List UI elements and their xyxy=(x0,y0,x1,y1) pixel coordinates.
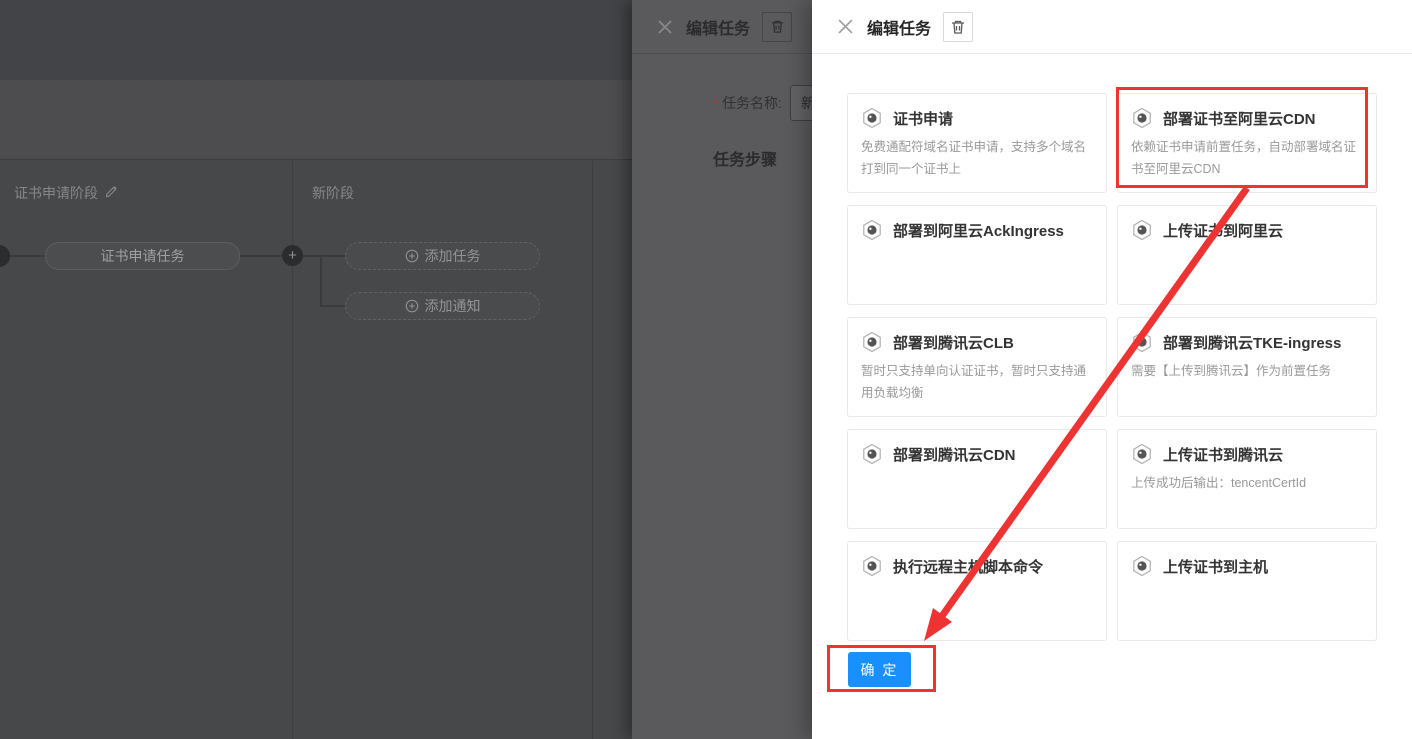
stage-title-text: 新阶段 xyxy=(312,183,354,203)
connector-line xyxy=(10,255,46,257)
task-steps-heading: 任务步骤 xyxy=(713,146,777,170)
required-asterisk: * xyxy=(713,96,718,111)
edit-task-drawer: 编辑任务 * 任务名称: 任务步骤 xyxy=(632,0,812,739)
task-name-label: 任务名称: xyxy=(722,93,782,113)
task-card-deploy-tencent-tke-ingress[interactable]: 部署到腾讯云TKE-ingress 需要【上传到腾讯云】作为前置任务 xyxy=(1117,317,1377,417)
task-card-title: 部署证书至阿里云CDN xyxy=(1163,108,1316,129)
drawer-title: 编辑任务 xyxy=(686,15,750,39)
hexagon-plugin-icon xyxy=(861,555,883,577)
trash-icon xyxy=(770,19,785,34)
add-notification-pill[interactable]: 添加通知 xyxy=(345,292,540,320)
drawer-title: 编辑任务 xyxy=(867,15,931,39)
app-root: 证书申请阶段 新阶段 证书申请任务 + xyxy=(0,0,1412,739)
plus-circle-icon xyxy=(405,299,419,313)
workflow-canvas: 证书申请阶段 新阶段 证书申请任务 + xyxy=(0,161,632,739)
task-card-deploy-aliyun-cdn[interactable]: 部署证书至阿里云CDN 依赖证书申请前置任务，自动部署域名证书至阿里云CDN xyxy=(1117,93,1377,193)
hexagon-plugin-icon xyxy=(861,219,883,241)
hexagon-plugin-icon xyxy=(1131,443,1153,465)
task-card-desc: 免费通配符域名证书申请，支持多个域名打到同一个证书上 xyxy=(861,137,1093,181)
task-card-title: 部署到阿里云AckIngress xyxy=(893,220,1064,241)
stage-title-cert-apply: 证书申请阶段 xyxy=(14,183,118,203)
connector-line xyxy=(303,255,345,257)
connector-line xyxy=(320,256,322,306)
task-card-deploy-ack-ingress[interactable]: 部署到阿里云AckIngress xyxy=(847,205,1107,305)
add-task-pill[interactable]: 添加任务 xyxy=(345,242,540,270)
hexagon-plugin-icon xyxy=(861,443,883,465)
confirm-button[interactable]: 确 定 xyxy=(848,652,911,687)
connector-line xyxy=(320,305,345,307)
task-card-desc: 依赖证书申请前置任务，自动部署域名证书至阿里云CDN xyxy=(1131,137,1363,181)
task-card-deploy-tencent-clb[interactable]: 部署到腾讯云CLB 暂时只支持单向认证证书，暂时只支持通用负载均衡 xyxy=(847,317,1107,417)
hexagon-plugin-icon xyxy=(861,331,883,353)
task-card-upload-aliyun[interactable]: 上传证书到阿里云 xyxy=(1117,205,1377,305)
hexagon-plugin-icon xyxy=(1131,219,1153,241)
close-icon[interactable] xyxy=(658,20,672,34)
flow-start-node xyxy=(0,245,10,267)
add-task-label: 添加任务 xyxy=(425,246,481,266)
task-card-title: 上传证书到主机 xyxy=(1163,556,1268,577)
workflow-background: 证书申请阶段 新阶段 证书申请任务 + xyxy=(0,0,632,739)
task-card-title: 证书申请 xyxy=(893,108,953,129)
task-card-title: 部署到腾讯云TKE-ingress xyxy=(1163,332,1341,353)
task-card-upload-host[interactable]: 上传证书到主机 xyxy=(1117,541,1377,641)
toolbar-bar xyxy=(0,80,632,160)
plus-glyph: + xyxy=(288,248,297,263)
task-card-title: 部署到腾讯云CDN xyxy=(893,444,1016,465)
trash-icon xyxy=(950,19,966,35)
task-card-title: 上传证书到阿里云 xyxy=(1163,220,1283,241)
top-header-bar xyxy=(0,0,632,80)
hexagon-plugin-icon xyxy=(861,107,883,129)
task-picker-drawer: 编辑任务 证书申请 免费通配符域名证书申请，支持多个域名打到同一个证书上 部署证… xyxy=(812,0,1412,739)
edit-task-drawer-header: 编辑任务 xyxy=(632,0,812,54)
add-node-plus-icon[interactable]: + xyxy=(282,245,303,266)
task-card-upload-tencent[interactable]: 上传证书到腾讯云 上传成功后输出：tencentCertId xyxy=(1117,429,1377,529)
stage-title-text: 证书申请阶段 xyxy=(14,183,98,203)
task-card-title: 上传证书到腾讯云 xyxy=(1163,444,1283,465)
task-picker-header: 编辑任务 xyxy=(812,0,1412,54)
plus-circle-icon xyxy=(405,249,419,263)
task-card-title: 部署到腾讯云CLB xyxy=(893,332,1014,353)
add-notification-label: 添加通知 xyxy=(425,296,481,316)
task-pill-cert-apply[interactable]: 证书申请任务 xyxy=(45,242,240,270)
close-icon[interactable] xyxy=(838,19,853,34)
task-card-deploy-tencent-cdn[interactable]: 部署到腾讯云CDN xyxy=(847,429,1107,529)
task-card-title: 执行远程主机脚本命令 xyxy=(893,556,1043,577)
task-pill-label: 证书申请任务 xyxy=(101,246,185,266)
pencil-edit-icon[interactable] xyxy=(105,185,118,201)
connector-line xyxy=(240,255,282,257)
delete-task-button[interactable] xyxy=(762,12,792,42)
task-card-remote-script[interactable]: 执行远程主机脚本命令 xyxy=(847,541,1107,641)
task-card-desc: 上传成功后输出：tencentCertId xyxy=(1131,473,1363,495)
delete-task-button[interactable] xyxy=(943,12,973,42)
hexagon-plugin-icon xyxy=(1131,331,1153,353)
stage-title-new-stage: 新阶段 xyxy=(312,183,354,203)
task-type-card-grid: 证书申请 免费通配符域名证书申请，支持多个域名打到同一个证书上 部署证书至阿里云… xyxy=(847,93,1377,641)
task-card-desc: 需要【上传到腾讯云】作为前置任务 xyxy=(1131,361,1363,383)
task-card-cert-apply[interactable]: 证书申请 免费通配符域名证书申请，支持多个域名打到同一个证书上 xyxy=(847,93,1107,193)
stage-column-divider xyxy=(592,161,593,739)
task-card-desc: 暂时只支持单向认证证书，暂时只支持通用负载均衡 xyxy=(861,361,1093,405)
hexagon-plugin-icon xyxy=(1131,555,1153,577)
hexagon-plugin-icon xyxy=(1131,107,1153,129)
